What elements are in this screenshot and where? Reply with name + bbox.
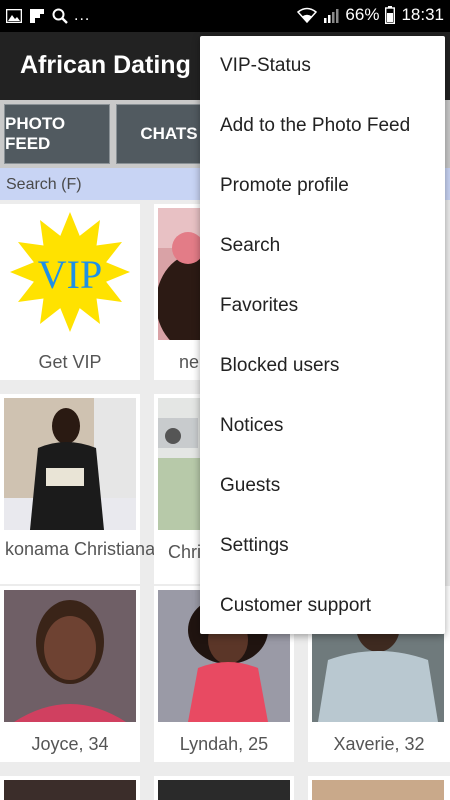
- profile-name: Lyndah, 25: [179, 734, 269, 754]
- menu-item-label: Notices: [220, 415, 284, 436]
- overflow-menu: VIP-Status Add to the Photo Feed Promote…: [200, 36, 445, 634]
- menu-item-promote-profile[interactable]: Promote profile: [200, 156, 445, 216]
- image-icon: [6, 9, 22, 23]
- status-bar: ... 66% 18:31: [0, 0, 450, 32]
- wifi-icon: [297, 7, 318, 23]
- menu-item-label: VIP-Status: [220, 55, 311, 76]
- profile-card[interactable]: [154, 776, 294, 800]
- menu-item-customer-support[interactable]: Customer support: [200, 576, 445, 636]
- profile-photo: [312, 780, 444, 800]
- profile-card[interactable]: [0, 776, 140, 800]
- search-label: Search (F): [6, 176, 82, 193]
- menu-item-guests[interactable]: Guests: [200, 456, 445, 516]
- menu-item-label: Promote profile: [220, 175, 349, 196]
- search-icon: [52, 8, 68, 24]
- menu-item-favorites[interactable]: Favorites: [200, 276, 445, 336]
- profile-card[interactable]: [308, 776, 450, 800]
- profile-name: Get VIP: [38, 352, 102, 372]
- more-notifications-text: ...: [74, 7, 91, 24]
- flipboard-icon: [30, 9, 44, 23]
- profile-name: Joyce, 34: [31, 734, 109, 754]
- tab-label: PHOTO FEED: [5, 114, 66, 153]
- signal-icon: [324, 9, 339, 23]
- menu-item-add-to-photo-feed[interactable]: Add to the Photo Feed: [200, 96, 445, 156]
- profile-photo: [4, 590, 136, 722]
- tab-photo-feed[interactable]: PHOTO FEED: [4, 104, 110, 164]
- menu-item-notices[interactable]: Notices: [200, 396, 445, 456]
- menu-item-label: Blocked users: [220, 355, 340, 376]
- clock: 18:31: [401, 5, 444, 24]
- tab-label: CHATS: [140, 124, 198, 143]
- menu-item-search[interactable]: Search: [200, 216, 445, 276]
- profile-card[interactable]: konama Christiana, 27: [0, 394, 185, 584]
- get-vip-card[interactable]: VIP Get VIP: [0, 204, 140, 380]
- profile-name: konama Christiana, 27: [5, 539, 186, 559]
- menu-item-label: Guests: [220, 475, 281, 496]
- menu-item-label: Settings: [220, 535, 289, 556]
- menu-item-label: Search: [220, 235, 281, 256]
- app-title: African Dating: [20, 51, 191, 79]
- profile-photo: [158, 780, 290, 800]
- menu-item-label: Favorites: [220, 295, 299, 316]
- battery-icon: [385, 6, 396, 24]
- battery-percent: 66%: [345, 5, 380, 24]
- profile-photo: [4, 398, 136, 530]
- vip-star-icon: VIP: [10, 212, 130, 332]
- menu-item-settings[interactable]: Settings: [200, 516, 445, 576]
- profile-photo: [4, 780, 136, 800]
- vip-badge-text: VIP: [38, 252, 102, 297]
- menu-item-label: Customer support: [220, 595, 372, 616]
- menu-item-blocked-users[interactable]: Blocked users: [200, 336, 445, 396]
- menu-item-label: Add to the Photo Feed: [220, 115, 411, 136]
- profile-card[interactable]: Joyce, 34: [0, 586, 140, 762]
- menu-item-vip-status[interactable]: VIP-Status: [200, 36, 445, 96]
- profile-name: Xaverie, 32: [333, 734, 425, 754]
